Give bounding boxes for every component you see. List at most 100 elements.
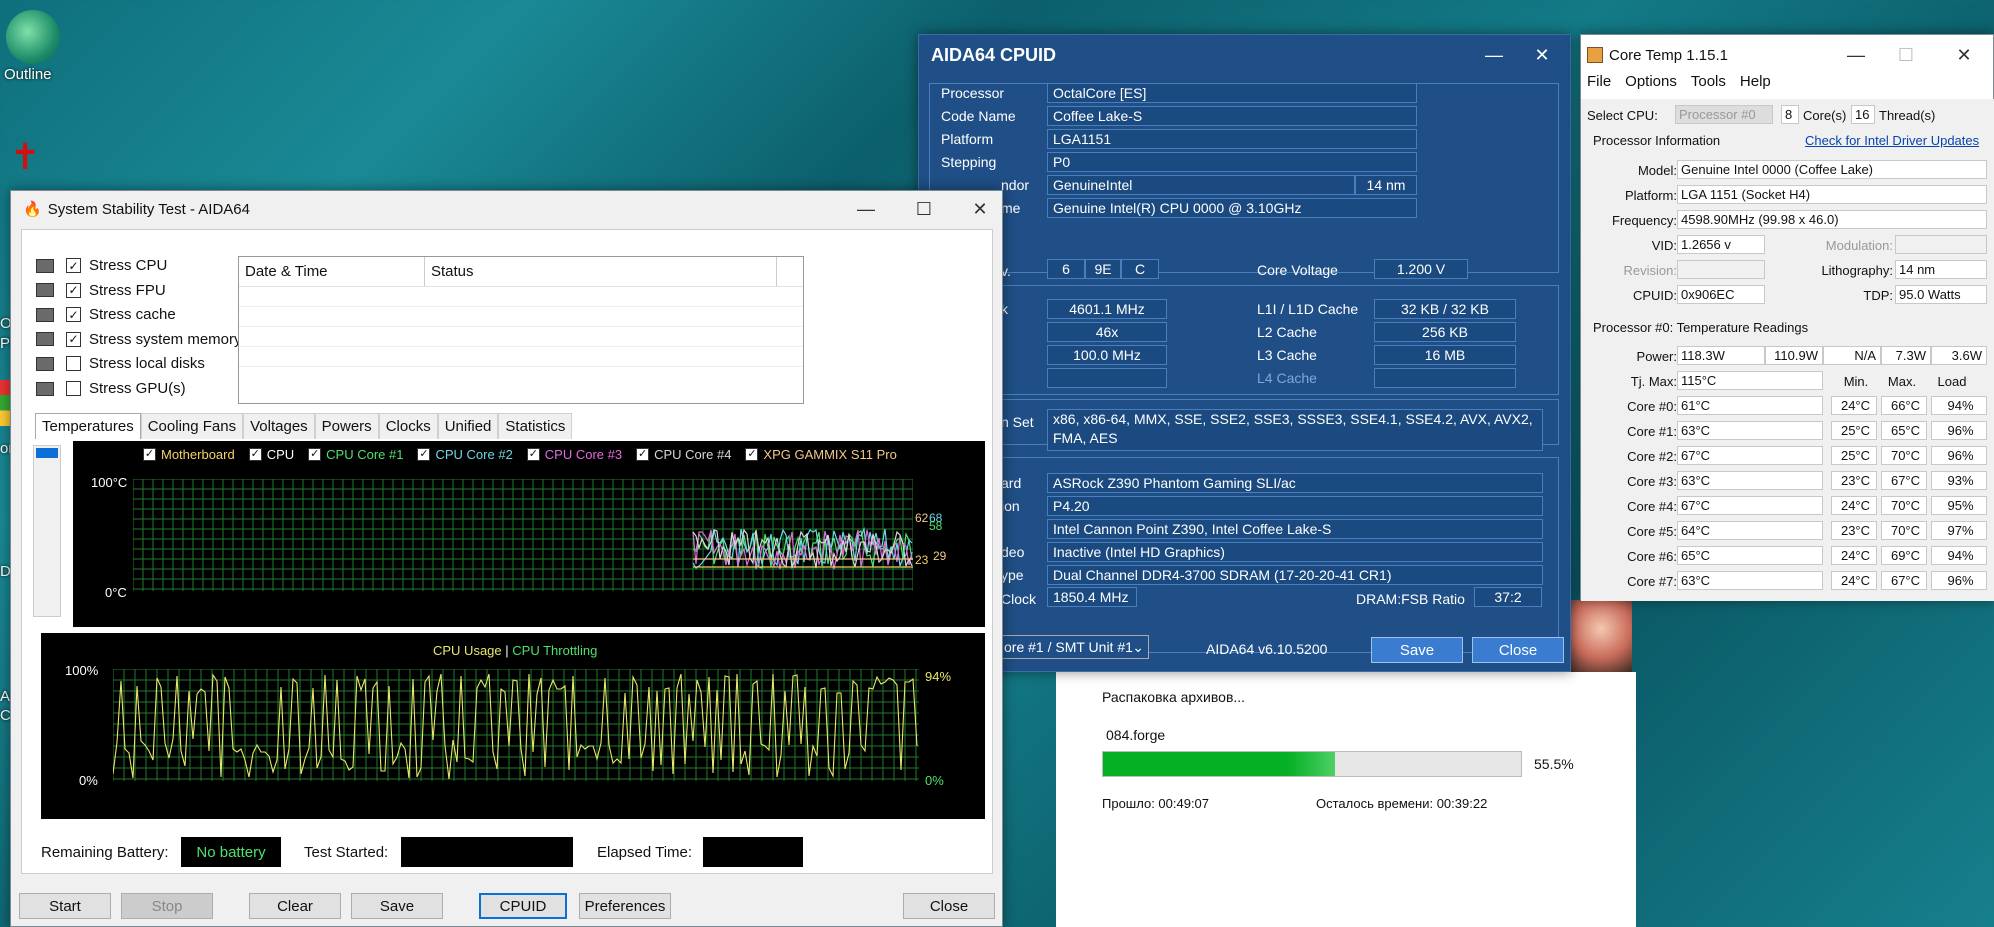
stress-option[interactable]: Stress GPU(s) bbox=[36, 380, 186, 397]
minimize-button[interactable]: — bbox=[1471, 35, 1517, 75]
battery-label: Remaining Battery: bbox=[41, 844, 169, 861]
outline-app-icon[interactable]: Outline bbox=[4, 10, 64, 83]
legend-checkbox[interactable]: ✓ bbox=[417, 448, 431, 461]
cpuid-row-value: LGA1151 bbox=[1047, 129, 1417, 149]
power-value: 7.3W bbox=[1881, 346, 1931, 365]
tab-unified[interactable]: Unified bbox=[437, 413, 499, 439]
log-col-datetime[interactable]: Date & Time bbox=[239, 257, 425, 286]
tab-voltages[interactable]: Voltages bbox=[243, 413, 315, 439]
coretemp-title: Core Temp 1.15.1 bbox=[1609, 46, 1728, 64]
power-value: N/A bbox=[1823, 346, 1881, 365]
legend-checkbox[interactable]: ✓ bbox=[308, 448, 322, 461]
cpu-select[interactable]: Processor #0 bbox=[1675, 105, 1773, 124]
clock-value bbox=[1047, 368, 1167, 388]
temp-right-a: 62 bbox=[915, 511, 929, 525]
temp-graph-plot bbox=[133, 479, 913, 591]
device-icon bbox=[36, 283, 54, 298]
col-load: Load bbox=[1937, 374, 1967, 389]
close-icon[interactable]: ✕ bbox=[1941, 35, 1987, 75]
cpuid-close-button[interactable]: Close bbox=[1472, 637, 1564, 663]
minimize-button[interactable]: — bbox=[1833, 35, 1879, 75]
unpack-remaining: Осталось времени: 00:39:22 bbox=[1316, 796, 1488, 811]
clear-button[interactable]: Clear bbox=[249, 893, 341, 919]
stress-checkbox[interactable] bbox=[66, 356, 81, 372]
revision-label: Revision: bbox=[1623, 263, 1677, 278]
close-icon[interactable]: ✕ bbox=[957, 191, 1003, 227]
menu-file[interactable]: File bbox=[1587, 73, 1611, 90]
menu-tools[interactable]: Tools bbox=[1691, 73, 1726, 90]
legend-label: CPU Core #4 bbox=[654, 447, 732, 462]
stress-checkbox[interactable]: ✓ bbox=[66, 258, 81, 273]
maximize-button[interactable]: ☐ bbox=[1883, 35, 1929, 75]
core-temp: 64°C bbox=[1677, 521, 1823, 540]
core-select[interactable]: ore #1 / SMT Unit #1 ⌄ bbox=[999, 635, 1149, 659]
cpuid-row-label: ndor bbox=[1001, 177, 1030, 193]
legend-label: CPU Core #2 bbox=[435, 447, 513, 462]
stress-option[interactable]: ✓ Stress cache bbox=[36, 306, 176, 323]
stress-checkbox[interactable] bbox=[66, 381, 81, 396]
power-value: 118.3W bbox=[1677, 346, 1765, 365]
stress-checkbox[interactable]: ✓ bbox=[66, 331, 81, 347]
cpuid-save-button[interactable]: Save bbox=[1371, 637, 1463, 663]
core-min: 23°C bbox=[1831, 521, 1877, 540]
core-label: Core #4: bbox=[1627, 499, 1677, 514]
menu-help[interactable]: Help bbox=[1740, 73, 1771, 90]
legend-item[interactable]: ✓ CPU Core #3 bbox=[526, 447, 622, 462]
core-temp: 67°C bbox=[1677, 446, 1823, 465]
graph-scroll[interactable] bbox=[33, 445, 61, 617]
vid-value: 1.2656 v bbox=[1677, 235, 1765, 254]
preferences-button[interactable]: Preferences bbox=[579, 893, 671, 919]
minimize-button[interactable]: — bbox=[843, 191, 889, 227]
tab-clocks[interactable]: Clocks bbox=[378, 413, 438, 439]
unpack-file: 084.forge bbox=[1106, 727, 1166, 743]
stress-checkbox[interactable]: ✓ bbox=[66, 282, 81, 298]
legend-item[interactable]: ✓ CPU bbox=[248, 447, 294, 462]
close-icon[interactable]: ✕ bbox=[1519, 35, 1565, 75]
tab-cooling-fans[interactable]: Cooling Fans bbox=[140, 413, 244, 439]
stress-option[interactable]: ✓ Stress FPU bbox=[36, 282, 166, 299]
legend-item[interactable]: ✓ CPU Core #1 bbox=[308, 447, 403, 462]
legend-item[interactable]: ✓ CPU Core #2 bbox=[417, 447, 513, 462]
tab-temperatures[interactable]: Temperatures bbox=[35, 413, 141, 439]
legend-checkbox[interactable]: ✓ bbox=[745, 448, 759, 461]
legend-checkbox[interactable]: ✓ bbox=[526, 448, 540, 461]
stress-option[interactable]: ✓ Stress CPU bbox=[36, 257, 167, 274]
stop-button[interactable]: Stop bbox=[121, 893, 213, 919]
legend-item[interactable]: ✓ Motherboard bbox=[143, 447, 235, 462]
cpuid-button[interactable]: CPUID bbox=[479, 893, 567, 919]
legend-item[interactable]: ✓ CPU Core #4 bbox=[636, 447, 731, 462]
red-app-icon[interactable]: ✝ bbox=[10, 136, 50, 180]
core-temp: 63°C bbox=[1677, 571, 1823, 590]
clock-value: 100.0 MHz bbox=[1047, 345, 1167, 365]
model-value: Genuine Intel 0000 (Coffee Lake) bbox=[1677, 160, 1987, 179]
menu-options[interactable]: Options bbox=[1625, 73, 1677, 90]
driver-update-link[interactable]: Check for Intel Driver Updates bbox=[1805, 133, 1979, 148]
core-load: 96% bbox=[1931, 446, 1987, 465]
stress-option[interactable]: ✓ Stress system memory bbox=[36, 331, 242, 348]
close-button[interactable]: Close bbox=[903, 893, 995, 919]
tab-powers[interactable]: Powers bbox=[314, 413, 379, 439]
outline-logo-icon bbox=[6, 10, 60, 64]
legend-item[interactable]: ✓ XPG GAMMIX S11 Pro bbox=[745, 447, 897, 462]
log-col-status[interactable]: Status bbox=[425, 257, 777, 286]
legend-checkbox[interactable]: ✓ bbox=[143, 448, 156, 461]
core-label: Core #5: bbox=[1627, 524, 1677, 539]
core-label: Core #1: bbox=[1627, 424, 1677, 439]
modulation-label: Modulation: bbox=[1825, 238, 1893, 253]
start-button[interactable]: Start bbox=[19, 893, 111, 919]
tab-statistics[interactable]: Statistics bbox=[498, 413, 573, 439]
maximize-button[interactable]: ☐ bbox=[901, 191, 947, 227]
board-row-value: Intel Cannon Point Z390, Intel Coffee La… bbox=[1047, 519, 1543, 539]
device-icon bbox=[36, 307, 54, 322]
stress-option[interactable]: Stress local disks bbox=[36, 355, 205, 372]
coretemp-titlebar[interactable]: Core Temp 1.15.1 bbox=[1581, 35, 1993, 75]
legend-checkbox[interactable]: ✓ bbox=[636, 448, 650, 461]
battery-value: No battery bbox=[181, 837, 281, 867]
stress-checkbox[interactable]: ✓ bbox=[66, 307, 81, 323]
legend-checkbox[interactable]: ✓ bbox=[248, 448, 262, 461]
save-button[interactable]: Save bbox=[351, 893, 443, 919]
processor-info-label: Processor Information bbox=[1593, 133, 1721, 148]
clock-value: 4601.1 MHz bbox=[1047, 299, 1167, 319]
memclock-value: 1850.4 MHz bbox=[1047, 587, 1137, 607]
graph-tabs: Temperatures Cooling Fans Voltages Powers Cl… bbox=[35, 413, 573, 439]
